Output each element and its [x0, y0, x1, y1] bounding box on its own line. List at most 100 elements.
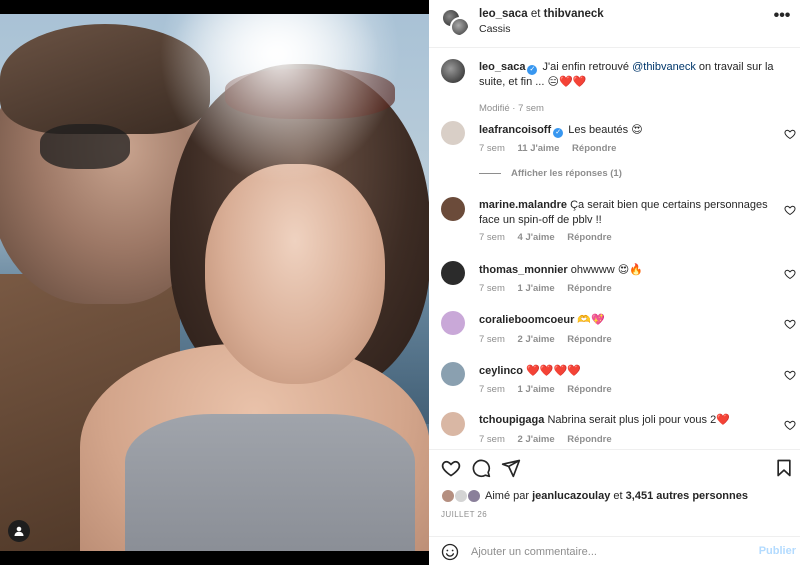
comment-username[interactable]: coralieboomcoeur — [479, 314, 574, 326]
comment-time: 7 sem — [479, 143, 505, 154]
comment-meta: 7 sem 1 J'aime Répondre — [479, 283, 622, 294]
comment-username[interactable]: thomas_monnier — [479, 264, 568, 276]
comment-meta: 7 sem 4 J'aime Répondre — [479, 232, 622, 243]
post-media[interactable] — [0, 0, 429, 565]
like-comment-heart-icon[interactable] — [784, 128, 796, 140]
comment-time: 7 sem — [479, 384, 505, 395]
comment-username[interactable]: leo_saca — [479, 61, 525, 73]
author-separator: et — [530, 8, 541, 20]
avatar[interactable] — [441, 362, 465, 386]
avatar[interactable] — [441, 197, 465, 221]
like-comment-heart-icon[interactable] — [784, 419, 796, 431]
reply-button[interactable]: Répondre — [567, 384, 611, 395]
comment-bubble-icon[interactable] — [471, 458, 491, 478]
liker-username[interactable]: jeanlucazoulay — [532, 490, 610, 502]
comment-time: 7 sem — [479, 283, 505, 294]
author-link[interactable]: thibvaneck — [544, 8, 604, 20]
tagged-users-button[interactable] — [8, 520, 30, 542]
author-link[interactable]: leo_saca — [479, 8, 528, 20]
comment-meta: 7 sem 2 J'aime Répondre — [479, 434, 622, 445]
mention-link[interactable]: @thibvaneck — [632, 61, 696, 73]
comment-username[interactable]: tchoupigaga — [479, 414, 544, 426]
comment-meta: 7 sem 1 J'aime Répondre — [479, 384, 622, 395]
post-sidebar: leo_saca et thibvaneck Cassis ••• leo_sa… — [429, 0, 800, 565]
comment-time: 7 sem — [479, 434, 505, 445]
comments-list: leo_saca ✓ J'ai enfin retrouvé @thibvanec… — [429, 49, 800, 449]
comment-likes-link[interactable]: 2 J'aime — [518, 434, 555, 445]
comment-meta: 7 sem 2 J'aime Répondre — [479, 334, 622, 345]
likes-prefix: Aimé par — [485, 490, 530, 502]
comment-content: ohwwww 😍🔥 — [570, 264, 643, 276]
avatar[interactable] — [441, 412, 465, 436]
likes-count[interactable]: 3,451 autres personnes — [626, 490, 748, 502]
comment-text: ceylinco ❤️❤️❤️❤️ — [479, 364, 769, 379]
avatar[interactable] — [441, 311, 465, 335]
comment-likes-link[interactable]: 4 J'aime — [518, 232, 555, 243]
location-link[interactable]: Cassis — [479, 23, 511, 35]
comment-content: 🫶💖 — [577, 314, 605, 326]
avatar[interactable] — [441, 121, 465, 145]
photo-woman-face — [205, 164, 385, 384]
comment-text: marine.malandre Ça serait bien que certa… — [479, 198, 769, 228]
like-comment-heart-icon[interactable] — [784, 204, 796, 216]
add-comment-bar: Publier — [429, 536, 800, 565]
like-comment-heart-icon[interactable] — [784, 268, 796, 280]
comment-content: ❤️❤️❤️❤️ — [526, 365, 581, 377]
verified-badge-icon: ✓ — [527, 65, 538, 75]
photo-sun-glare — [150, 14, 410, 194]
collab-avatars[interactable] — [441, 8, 469, 36]
like-heart-icon[interactable] — [441, 458, 461, 478]
photo-man-glasses — [40, 124, 130, 169]
comment-input[interactable] — [471, 543, 751, 561]
comment-likes-link[interactable]: 1 J'aime — [518, 384, 555, 395]
more-options-button[interactable]: ••• — [772, 8, 792, 26]
comment-username[interactable]: marine.malandre — [479, 199, 567, 211]
likes-summary[interactable]: Aimé par jeanlucazoulay et 3,451 autres … — [441, 488, 748, 504]
reply-button[interactable]: Répondre — [567, 232, 611, 243]
reply-button[interactable]: Répondre — [567, 283, 611, 294]
avatar — [454, 489, 468, 503]
likes-text: Aimé par jeanlucazoulay et 3,451 autres … — [485, 490, 748, 502]
avatar — [467, 489, 481, 503]
post-date[interactable]: JUILLET 26 — [441, 510, 487, 519]
like-comment-heart-icon[interactable] — [784, 318, 796, 330]
comment-likes-link[interactable]: 11 J'aime — [518, 143, 560, 154]
post-header: leo_saca et thibvaneck Cassis ••• — [429, 0, 800, 48]
share-paper-plane-icon[interactable] — [501, 458, 521, 478]
emoji-icon[interactable] — [441, 543, 459, 561]
avatar[interactable] — [441, 261, 465, 285]
caption-text-part: J'ai enfin retrouvé — [542, 61, 630, 73]
comment-content: Les beautés 😍 — [568, 124, 643, 136]
reply-button[interactable]: Répondre — [567, 334, 611, 345]
view-replies-button[interactable]: Afficher les réponses (1) — [479, 168, 622, 179]
photo-woman-top — [125, 414, 415, 551]
reply-button[interactable]: Répondre — [572, 143, 616, 154]
likes-middle: et — [613, 490, 623, 502]
avatar — [450, 17, 469, 36]
liked-by-avatars — [441, 489, 483, 503]
like-comment-heart-icon[interactable] — [784, 369, 796, 381]
comment-meta: 7 sem 11 J'aime Répondre — [479, 143, 626, 154]
comment-username[interactable]: leafrancoisoff — [479, 124, 551, 136]
comment-time: 7 sem — [479, 334, 505, 345]
comment-time: 7 sem — [479, 232, 505, 243]
comment-likes-link[interactable]: 1 J'aime — [518, 283, 555, 294]
avatar — [441, 489, 455, 503]
user-icon — [14, 526, 24, 536]
comment-username[interactable]: ceylinco — [479, 365, 523, 377]
reply-button[interactable]: Répondre — [567, 434, 611, 445]
comment-content: Nabrina serait plus joli pour vous 2❤️ — [547, 414, 730, 426]
comment-text: thomas_monnier ohwwww 😍🔥 — [479, 263, 769, 278]
post-photo[interactable] — [0, 14, 429, 551]
comment-text: coralieboomcoeur 🫶💖 — [479, 313, 769, 328]
caption-meta: Modifié · 7 sem — [479, 103, 544, 114]
comment-text: leafrancoisoff ✓ Les beautés 😍 — [479, 123, 769, 138]
publish-button[interactable]: Publier — [759, 545, 796, 557]
save-bookmark-icon[interactable] — [774, 458, 794, 478]
avatar[interactable] — [441, 59, 465, 83]
caption-text: leo_saca ✓ J'ai enfin retrouvé @thibvanec… — [479, 60, 779, 90]
post-actions: Aimé par jeanlucazoulay et 3,451 autres … — [429, 449, 800, 565]
comment-text: tchoupigaga Nabrina serait plus joli pou… — [479, 413, 769, 428]
post-authors: leo_saca et thibvaneck — [479, 8, 604, 20]
comment-likes-link[interactable]: 2 J'aime — [518, 334, 555, 345]
